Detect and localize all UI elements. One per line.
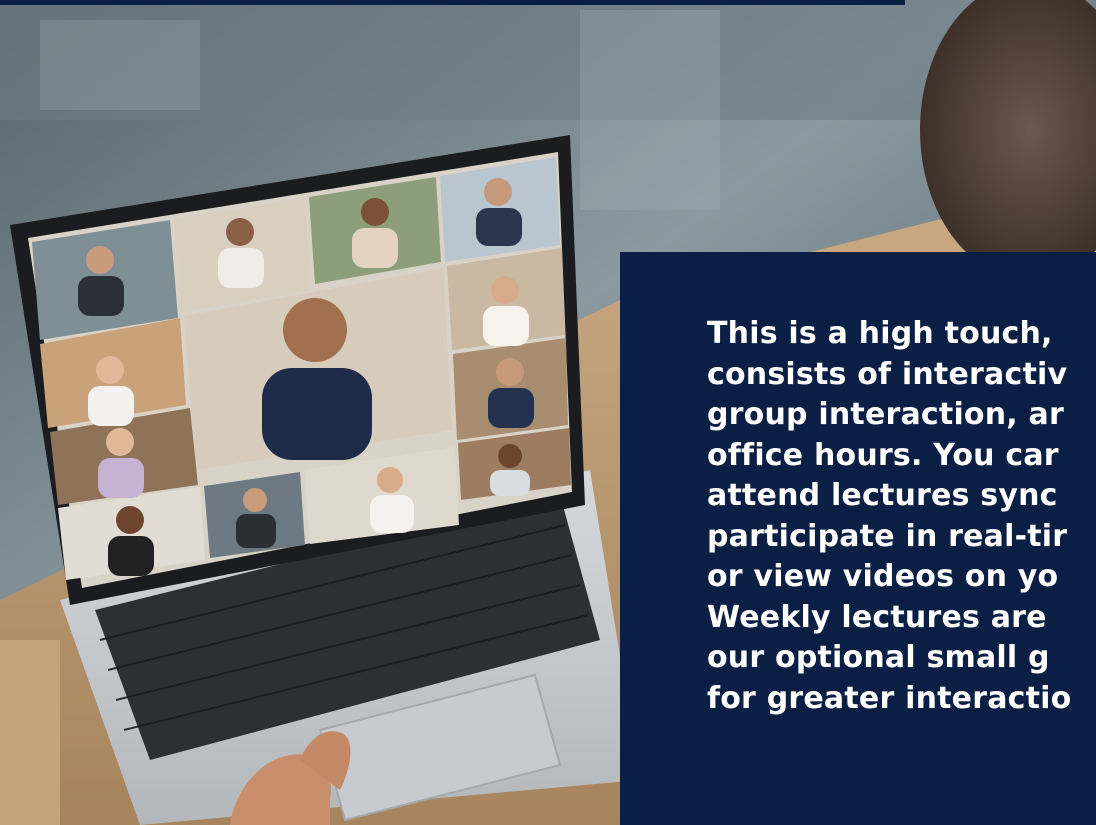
description-panel: This is a high touch, consists of intera… xyxy=(620,252,1096,825)
top-accent-bar xyxy=(0,0,905,5)
description-text: This is a high touch, consists of intera… xyxy=(707,316,1072,716)
